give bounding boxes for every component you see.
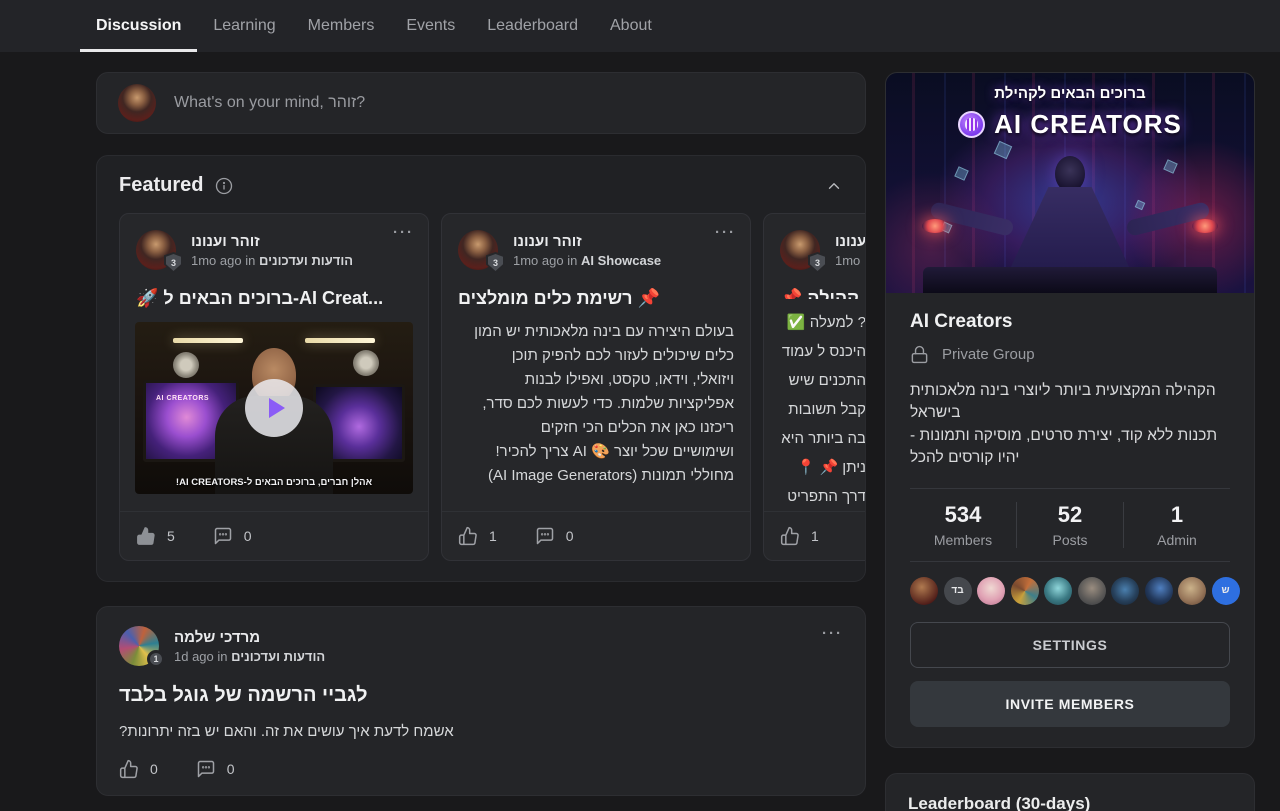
thumbs-up-icon	[780, 526, 800, 546]
thumbs-up-icon	[136, 526, 156, 546]
member-avatars-row: בדש	[910, 577, 1230, 605]
settings-button[interactable]: SETTINGS	[910, 622, 1230, 668]
stat-admins[interactable]: 1 Admin	[1123, 502, 1230, 548]
current-user-avatar	[118, 84, 156, 122]
member-avatar[interactable]	[1078, 577, 1106, 605]
member-avatar[interactable]	[1011, 577, 1039, 605]
level-badge: 3	[164, 252, 183, 273]
cover-brand-text: AI CREATORS	[994, 109, 1182, 140]
play-button[interactable]	[245, 379, 303, 437]
tab-discussion[interactable]: Discussion	[80, 0, 197, 52]
tab-events[interactable]: Events	[390, 0, 471, 52]
featured-section: Featured ··· 3	[96, 155, 866, 582]
thumbs-up-icon	[119, 759, 139, 779]
lock-icon	[910, 345, 929, 364]
member-avatar[interactable]	[1145, 577, 1173, 605]
invite-members-button[interactable]: INVITE MEMBERS	[910, 681, 1230, 727]
author-name[interactable]: זוהר וענונו	[513, 233, 661, 250]
info-icon[interactable]	[215, 177, 233, 195]
composer-prompt: What's on your mind, זוהר?	[174, 94, 365, 112]
comments-button[interactable]: 0	[535, 526, 574, 546]
comment-icon	[213, 526, 233, 546]
video-caption: אהלן חברים, ברוכים הבאים ל-AI CREATORS!	[135, 477, 413, 488]
post-menu-icon[interactable]: ···	[715, 224, 736, 241]
studio-light	[173, 338, 243, 343]
level-badge: 3	[486, 252, 505, 273]
post-menu-icon[interactable]: ···	[393, 224, 414, 241]
tab-leaderboard[interactable]: Leaderboard	[471, 0, 594, 52]
stat-members[interactable]: 534 Members	[910, 502, 1016, 548]
channel-link[interactable]: הודעות ועדכונים	[259, 253, 353, 268]
member-avatar[interactable]: ש	[1212, 577, 1240, 605]
member-avatar[interactable]	[910, 577, 938, 605]
post-body: אשמח לדעת איך עושים את זה. והאם יש בזה י…	[119, 723, 843, 740]
channel-link[interactable]: AI Showcase	[581, 253, 661, 268]
like-button[interactable]: 1	[780, 526, 819, 546]
post-body: בעולם היצירה עם בינה מלאכותית יש המון כל…	[458, 320, 734, 488]
leaderboard-title: Leaderboard (30-days)	[908, 794, 1232, 811]
studio-light	[305, 338, 375, 343]
post-title[interactable]: 📌 רשימת כלים מומלצים	[458, 288, 734, 309]
group-description: הקהילה המקצועית ביותר ליוצרי בינה מלאכות…	[910, 380, 1230, 470]
featured-post-card-2[interactable]: ··· 3 זוהר וענונו 1mo ago in AI Showcase	[441, 213, 751, 561]
leaderboard-card[interactable]: Leaderboard (30-days)	[885, 773, 1255, 811]
cover-figure	[1055, 156, 1085, 192]
featured-post-card-3[interactable]: 3 ענונו 1mo 📌 קהילה ✅ למעלה ? היכנס ל עמ…	[763, 213, 865, 561]
comments-button[interactable]: 0	[196, 759, 235, 779]
featured-cards-row: ··· 3 זוהר וענונו 1mo ago in הודעות ועדכ…	[119, 213, 865, 561]
feed-column: What's on your mind, זוהר? Featured ···	[96, 72, 866, 796]
like-button[interactable]: 5	[136, 526, 175, 546]
level-badge: 3	[808, 252, 827, 273]
collapse-chevron-up-icon[interactable]	[825, 177, 843, 195]
thumbs-up-icon	[458, 526, 478, 546]
group-sidebar: ברוכים הבאים לקהילת AI CREATORS AI Creat…	[885, 72, 1255, 811]
member-avatar[interactable]	[977, 577, 1005, 605]
member-avatar[interactable]	[1178, 577, 1206, 605]
brain-icon	[958, 111, 985, 138]
like-button[interactable]: 0	[119, 759, 158, 779]
like-button[interactable]: 1	[458, 526, 497, 546]
featured-title: Featured	[119, 174, 203, 197]
tab-about[interactable]: About	[594, 0, 668, 52]
member-avatar[interactable]: בד	[944, 577, 972, 605]
group-cover-image[interactable]: ברוכים הבאים לקהילת AI CREATORS	[886, 73, 1254, 293]
author-name[interactable]: זוהר וענונו	[191, 233, 353, 250]
channel-link[interactable]: הודעות ועדכונים	[231, 649, 325, 664]
tab-learning[interactable]: Learning	[197, 0, 291, 52]
post-menu-icon[interactable]: ···	[822, 625, 843, 642]
tab-members[interactable]: Members	[292, 0, 391, 52]
speaker	[353, 350, 379, 376]
member-avatar[interactable]	[1044, 577, 1072, 605]
video-thumbnail[interactable]: אהלן חברים, ברוכים הבאים ל-AI CREATORS!	[135, 322, 413, 494]
post-body: ✅ למעלה ? היכנס ל עמוד התכנים שיש קבל תש…	[780, 308, 865, 511]
post-meta: 1d ago in הודעות ועדכונים	[174, 649, 325, 664]
group-name: AI Creators	[910, 311, 1230, 333]
post-title[interactable]: 📌 קהילה	[780, 288, 865, 299]
speaker	[173, 352, 199, 378]
post-meta: 1mo	[835, 253, 865, 268]
comment-icon	[196, 759, 216, 779]
community-tab-bar: Discussion Learning Members Events Leade…	[0, 0, 1280, 52]
member-avatar[interactable]	[1111, 577, 1139, 605]
post-composer[interactable]: What's on your mind, זוהר?	[96, 72, 866, 134]
comments-button[interactable]: 0	[213, 526, 252, 546]
cover-welcome-text: ברוכים הבאים לקהילת	[886, 85, 1254, 102]
author-name[interactable]: מרדכי שלמה	[174, 629, 325, 646]
level-badge: 1	[147, 650, 165, 668]
group-stats: 534 Members 52 Posts 1 Admin	[910, 488, 1230, 562]
post-title[interactable]: 🚀 ברוכים הבאים ל-AI Creat...	[136, 288, 412, 309]
post-meta: 1mo ago in הודעות ועדכונים	[191, 253, 353, 268]
author-name[interactable]: ענונו	[835, 233, 865, 250]
post-meta: 1mo ago in AI Showcase	[513, 253, 661, 268]
comment-icon	[535, 526, 555, 546]
group-info-card: ברוכים הבאים לקהילת AI CREATORS AI Creat…	[885, 72, 1255, 748]
feed-post-card[interactable]: ··· 1 מרדכי שלמה 1d ago in הודעות ועדכונ…	[96, 606, 866, 796]
stat-posts[interactable]: 52 Posts	[1016, 502, 1123, 548]
featured-post-card-1[interactable]: ··· 3 זוהר וענונו 1mo ago in הודעות ועדכ…	[119, 213, 429, 561]
post-title[interactable]: לגביי הרשמה של גוגל בלבד	[119, 684, 843, 707]
group-privacy: Private Group	[910, 345, 1230, 364]
